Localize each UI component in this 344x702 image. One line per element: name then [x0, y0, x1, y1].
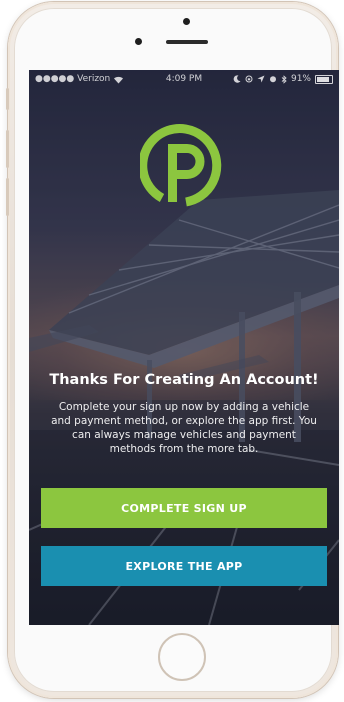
rotation-lock-icon: [245, 75, 253, 83]
bluetooth-icon: [281, 74, 287, 84]
device-stage: ●●●●● Verizon 4:09 PM 91% Thanks For Cre…: [0, 0, 344, 702]
complete-signup-button[interactable]: COMPLETE SIGN UP: [41, 488, 327, 528]
explore-app-button[interactable]: EXPLORE THE APP: [41, 546, 327, 586]
page-title: Thanks For Creating An Account!: [49, 372, 319, 388]
status-bar-right: 91%: [233, 74, 333, 84]
location-arrow-icon: [257, 75, 265, 83]
battery-percent: 91%: [290, 74, 311, 84]
parking-p-logo-icon: [140, 124, 222, 207]
proximity-sensor: [135, 38, 142, 45]
earpiece-speaker: [166, 40, 208, 44]
moon-icon: [233, 75, 241, 83]
volume-down-button: [6, 178, 9, 216]
app-screen: ●●●●● Verizon 4:09 PM 91% Thanks For Cre…: [29, 70, 339, 625]
home-button[interactable]: [158, 633, 206, 681]
mute-switch: [6, 88, 9, 110]
alarm-clock-icon: [269, 76, 276, 83]
volume-up-button: [6, 130, 9, 168]
battery-icon: [315, 74, 333, 84]
status-bar: ●●●●● Verizon 4:09 PM 91%: [29, 70, 339, 90]
description-text: Complete your sign up now by adding a ve…: [51, 401, 317, 455]
battery-level-fill: [317, 76, 329, 82]
front-camera: [183, 18, 190, 25]
